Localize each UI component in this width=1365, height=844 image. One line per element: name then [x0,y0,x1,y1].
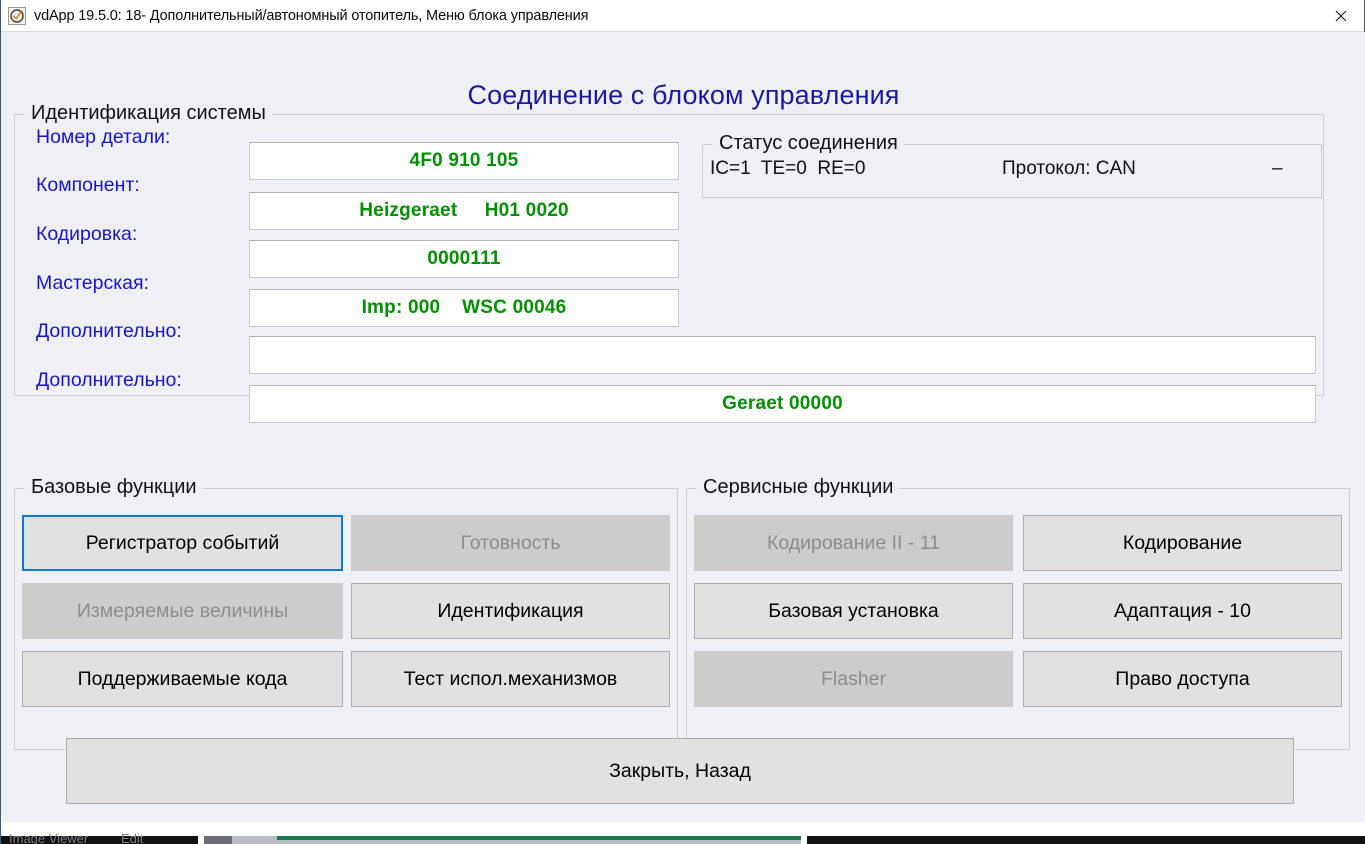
application-window: vdApp 19.5.0: 18- Дополнительный/автоном… [0,0,1365,844]
status-protocol: Протокол: CAN [1002,158,1136,179]
close-icon [1335,10,1347,21]
additional-2-field[interactable]: Geraet 00000 [249,385,1316,423]
button-access-rights[interactable]: Право доступа [1023,651,1342,707]
taskbar-right-block [807,836,1365,844]
part-number-field[interactable]: 4F0 910 105 [249,142,679,180]
button-flasher: Flasher [694,651,1013,707]
window-title: vdApp 19.5.0: 18- Дополнительный/автоном… [34,7,589,24]
part-number-label: Номер детали: [36,126,171,148]
additional-2-label: Дополнительно: [36,369,182,391]
workshop-field[interactable]: Imp: 000 WSC 00046 [249,289,679,327]
part-number-value: 4F0 910 105 [409,150,519,171]
additional-1-label: Дополнительно: [36,320,182,342]
component-value: Heizgeraet H01 0020 [359,200,569,221]
workshop-label: Мастерская: [36,272,149,294]
taskbar-green-bar [277,836,801,840]
button-basic-setting[interactable]: Базовая установка [694,583,1013,639]
additional-1-field[interactable] [249,336,1316,374]
button-event-logger[interactable]: Регистратор событий [22,515,343,571]
button-coding[interactable]: Кодирование [1023,515,1342,571]
identification-group-legend: Идентификация системы [25,102,272,125]
taskbar-item-image-viewer[interactable]: Image Viewer [9,831,88,844]
title-bar: vdApp 19.5.0: 18- Дополнительный/автоном… [1,0,1364,32]
button-readiness: Готовность [351,515,670,571]
coding-value: 0000111 [427,248,501,269]
workshop-value: Imp: 000 WSC 00046 [361,297,567,318]
button-supported-codes[interactable]: Поддерживаемые кода [22,651,343,707]
status-counters: IC=1 TE=0 RE=0 [710,158,866,179]
vdapp-logo-icon [8,6,26,25]
close-button[interactable] [1318,0,1364,31]
button-identification[interactable]: Идентификация [351,583,670,639]
button-adaptation[interactable]: Адаптация - 10 [1023,583,1342,639]
component-label: Компонент: [36,174,140,196]
taskbar-sliver: Image Viewer Edit [1,822,1365,844]
connection-status-legend: Статус соединения [713,132,904,155]
button-measured-values: Измеряемые величины [22,583,343,639]
component-field[interactable]: Heizgeraet H01 0020 [249,192,679,230]
taskbar-small-block [204,836,232,844]
basic-functions-legend: Базовые функции [25,476,203,499]
coding-label: Кодировка: [36,223,138,245]
button-coding-ii: Кодирование II - 11 [694,515,1013,571]
taskbar-item-edit[interactable]: Edit [121,831,143,844]
additional-2-value: Geraet 00000 [722,393,843,414]
service-functions-legend: Сервисные функции [697,476,900,499]
button-actuator-test[interactable]: Тест испол.механизмов [351,651,670,707]
button-close-back[interactable]: Закрыть, Назад [66,738,1294,804]
status-extra: – [1272,158,1283,179]
client-area: Соединение с блоком управления Идентифик… [2,32,1365,822]
coding-field[interactable]: 0000111 [249,240,679,278]
